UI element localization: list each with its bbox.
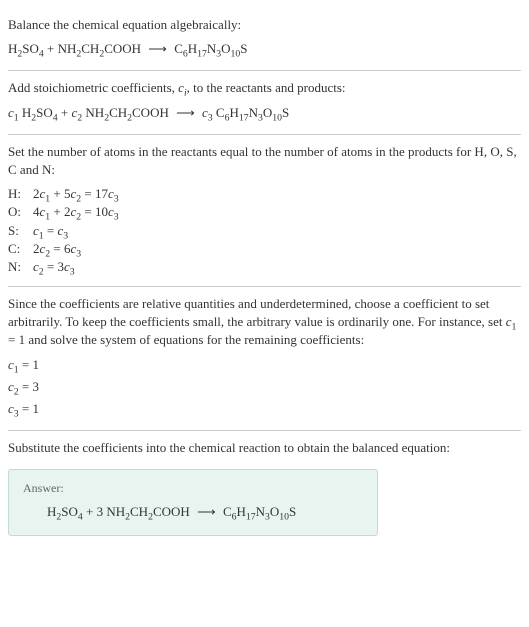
section-balance-intro: Balance the chemical equation algebraica… <box>8 8 521 71</box>
element-label: C: <box>8 240 33 258</box>
subscript: 17 <box>197 49 207 60</box>
table-row: N: c2 = 3c3 <box>8 258 119 276</box>
coefficient-equation: c1 H2SO4 + c2 NH2CH2COOH ⟶ c3 C6H17N3O10… <box>8 104 521 122</box>
formula-part: CH <box>130 504 148 519</box>
element-equation: c2 = 3c3 <box>33 258 119 276</box>
atom-equations-table: H: 2c1 + 5c2 = 17c3 O: 4c1 + 2c2 = 10c3 … <box>8 185 119 276</box>
formula-part: COOH <box>132 105 169 120</box>
formula-part: NH <box>106 504 125 519</box>
eq-part: + 2 <box>50 204 70 219</box>
formula-part: S <box>282 105 289 120</box>
formula-part: C <box>223 504 232 519</box>
formula-part: NH <box>58 41 77 56</box>
formula-part: NH <box>85 105 104 120</box>
section-answer: Substitute the coefficients into the che… <box>8 431 521 544</box>
atom-eq-title: Set the number of atoms in the reactants… <box>8 143 521 179</box>
element-label: S: <box>8 222 33 240</box>
formula-part: O <box>263 105 272 120</box>
formula-part: O <box>270 504 279 519</box>
eq-part: + 5 <box>50 186 70 201</box>
reaction-arrow: ⟶ <box>173 105 198 120</box>
formula-part: N <box>207 41 216 56</box>
element-equation: 2c2 = 6c3 <box>33 240 119 258</box>
intro-title: Balance the chemical equation algebraica… <box>8 16 521 34</box>
subscript: 17 <box>239 112 249 123</box>
table-row: C: 2c2 = 6c3 <box>8 240 119 258</box>
eq-sub: 3 <box>114 212 119 223</box>
formula-part: COOH <box>153 504 190 519</box>
formula-part: SO <box>61 504 78 519</box>
c1-sub: 1 <box>14 112 19 123</box>
solution-c3: c3 = 1 <box>8 400 521 418</box>
element-label: H: <box>8 185 33 203</box>
c-val: = 1 <box>19 357 39 372</box>
c-sub: 1 <box>512 322 517 333</box>
unbalanced-equation: H2SO4 + NH2CH2COOH ⟶ C6H17N3O10S <box>8 40 521 58</box>
eq-sub: 3 <box>70 266 75 277</box>
element-equation: c1 = c3 <box>33 222 119 240</box>
formula-part: SO <box>36 105 53 120</box>
section-atom-equations: Set the number of atoms in the reactants… <box>8 135 521 287</box>
section-add-coefficients: Add stoichiometric coefficients, ci, to … <box>8 71 521 134</box>
formula-part: C <box>174 41 183 56</box>
formula-part: H <box>188 41 197 56</box>
eq-part: = 10 <box>81 204 108 219</box>
title-text: = 1 and solve the system of equations fo… <box>8 332 364 347</box>
plus: + <box>44 41 58 56</box>
formula-part: N <box>256 504 265 519</box>
formula-part: O <box>221 41 230 56</box>
plus: + <box>58 105 72 120</box>
formula-part: H <box>47 504 56 519</box>
formula-part: S <box>289 504 296 519</box>
c-val: = 1 <box>19 401 39 416</box>
solution-c1: c1 = 1 <box>8 356 521 374</box>
table-row: H: 2c1 + 5c2 = 17c3 <box>8 185 119 203</box>
solve-title: Since the coefficients are relative quan… <box>8 295 521 350</box>
formula-part: H <box>8 41 17 56</box>
coeff-title: Add stoichiometric coefficients, ci, to … <box>8 79 521 97</box>
title-text: , to the reactants and products: <box>187 80 346 95</box>
table-row: O: 4c1 + 2c2 = 10c3 <box>8 203 119 221</box>
formula-part: S <box>240 41 247 56</box>
section-solve: Since the coefficients are relative quan… <box>8 287 521 431</box>
balanced-equation: H2SO4 + 3 NH2CH2COOH ⟶ C6H17N3O10S <box>23 503 363 521</box>
c3-sub: 3 <box>208 112 213 123</box>
element-equation: 4c1 + 2c2 = 10c3 <box>33 203 119 221</box>
formula-part: H <box>22 105 31 120</box>
subscript: 10 <box>231 49 241 60</box>
formula-part: SO <box>22 41 39 56</box>
solution-c2: c2 = 3 <box>8 378 521 396</box>
formula-part: CH <box>81 41 99 56</box>
formula-part: H <box>236 504 245 519</box>
element-label: N: <box>8 258 33 276</box>
subscript: 17 <box>246 512 256 523</box>
formula-part: N <box>249 105 258 120</box>
answer-label: Answer: <box>23 480 363 497</box>
eq-part: = 6 <box>50 241 70 256</box>
element-equation: 2c1 + 5c2 = 17c3 <box>33 185 119 203</box>
element-label: O: <box>8 203 33 221</box>
c-val: = 3 <box>19 379 39 394</box>
eq-sub: 3 <box>76 248 81 259</box>
reaction-arrow: ⟶ <box>194 504 219 519</box>
eq-part: = 17 <box>81 186 108 201</box>
formula-part: H <box>229 105 238 120</box>
answer-box: Answer: H2SO4 + 3 NH2CH2COOH ⟶ C6H17N3O1… <box>8 469 378 536</box>
eq-part: = <box>44 223 58 238</box>
subscript: 10 <box>272 112 282 123</box>
eq-part: = 3 <box>44 259 64 274</box>
formula-part: CH <box>109 105 127 120</box>
formula-part: C <box>216 105 225 120</box>
formula-part: COOH <box>104 41 141 56</box>
subscript: 10 <box>279 512 289 523</box>
substitute-title: Substitute the coefficients into the che… <box>8 439 521 457</box>
table-row: S: c1 = c3 <box>8 222 119 240</box>
reaction-arrow: ⟶ <box>145 41 170 56</box>
title-text: Add stoichiometric coefficients, <box>8 80 178 95</box>
plus-coeff: + 3 <box>83 504 107 519</box>
title-text: Since the coefficients are relative quan… <box>8 296 506 329</box>
